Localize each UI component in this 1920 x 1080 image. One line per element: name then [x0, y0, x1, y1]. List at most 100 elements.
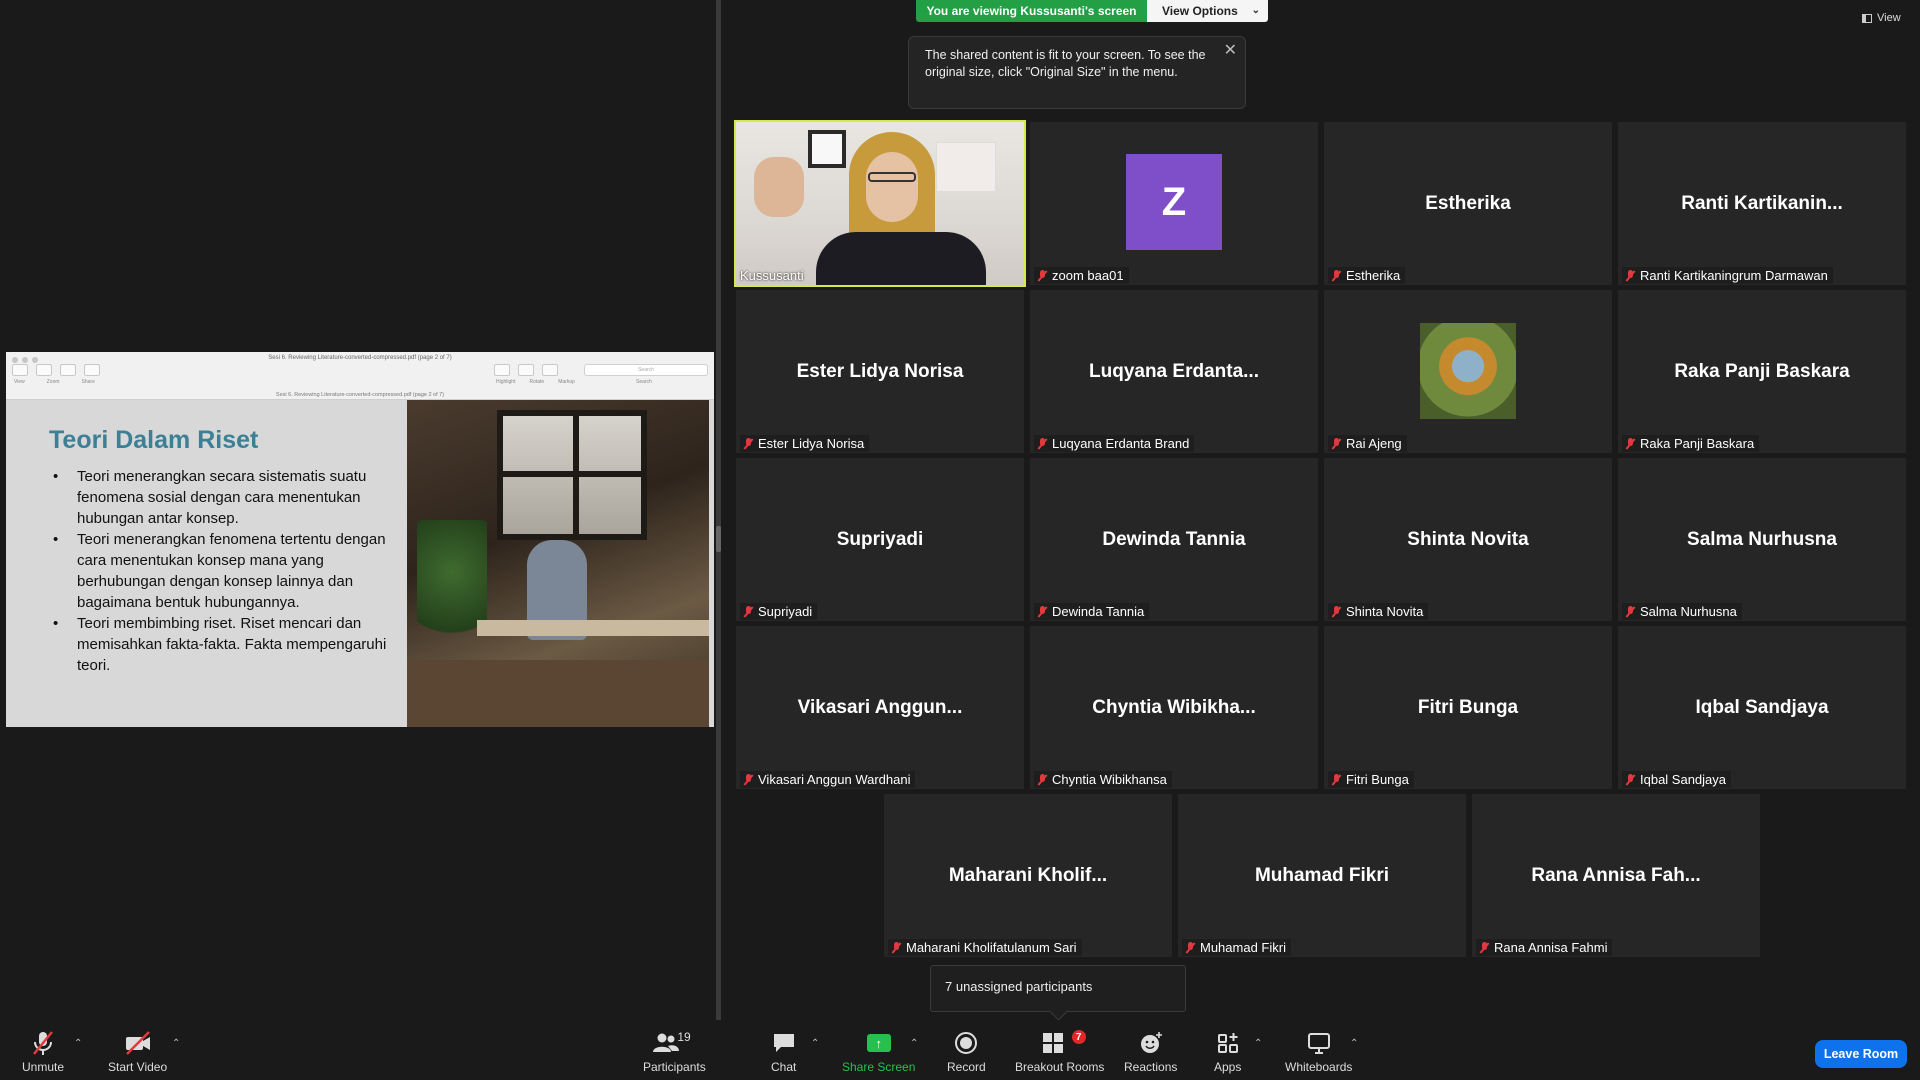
participant-tile[interactable]: Ester Lidya Norisa Ester Lidya Norisa	[736, 290, 1024, 453]
notice-text: The shared content is fit to your screen…	[925, 48, 1206, 79]
participant-tile[interactable]: Estherika Estherika	[1324, 122, 1612, 285]
view-layout-icon	[1862, 13, 1872, 23]
audio-options-caret-icon[interactable]: ⌃	[74, 1038, 82, 1049]
participant-tile[interactable]: Salma Nurhusna Salma Nurhusna	[1618, 458, 1906, 621]
share-screen-button[interactable]: ↑ Share Screen	[842, 1030, 915, 1074]
pdf-tool-group	[12, 364, 100, 376]
tool-label-highlight: Highlight	[496, 379, 516, 385]
share-options-caret-icon[interactable]: ⌃	[910, 1038, 918, 1049]
whiteboards-button[interactable]: Whiteboards	[1285, 1030, 1352, 1074]
record-button[interactable]: Record	[947, 1030, 986, 1074]
shared-screen-area: Sesi 6. Reviewing Literature-converted-c…	[0, 0, 716, 1020]
glasses	[868, 172, 916, 182]
participant-display-name: Raka Panji Baskara	[1674, 360, 1850, 382]
participant-name-label: Rai Ajeng	[1328, 435, 1407, 452]
sidebar-view-icon	[12, 364, 28, 376]
share-screen-label: Share Screen	[842, 1060, 916, 1074]
unassigned-participants-popup[interactable]: 7 unassigned participants	[930, 965, 1186, 1012]
mic-muted-icon	[1037, 605, 1047, 618]
chat-button[interactable]: Chat	[771, 1030, 796, 1074]
participant-tile[interactable]: Rai Ajeng	[1324, 290, 1612, 453]
participant-tile[interactable]: Shinta Novita Shinta Novita	[1324, 458, 1612, 621]
participant-tile[interactable]: Maharani Kholif... Maharani Kholifatulanu…	[884, 794, 1172, 957]
zoom-in-icon	[60, 364, 76, 376]
apps-label: Apps	[1214, 1060, 1242, 1074]
participant-name-label: Ranti Kartikaningrum Darmawan	[1622, 267, 1833, 284]
participants-button[interactable]: 19 Participants	[643, 1030, 706, 1074]
rotate-icon	[518, 364, 534, 376]
participant-profile-photo	[1420, 323, 1516, 419]
participant-video-feed	[736, 122, 1024, 285]
fit-to-screen-notice: The shared content is fit to your screen…	[908, 36, 1246, 109]
chat-label: Chat	[771, 1060, 797, 1074]
leave-room-button[interactable]: Leave Room	[1815, 1040, 1907, 1068]
participant-name: Supriyadi	[758, 604, 813, 619]
hand	[754, 157, 804, 217]
participant-display-name: Iqbal Sandjaya	[1695, 696, 1829, 718]
split-divider-handle[interactable]	[716, 526, 721, 552]
close-icon[interactable]: ✕	[1224, 42, 1237, 59]
participant-name-label: Fitri Bunga	[1328, 771, 1414, 788]
participant-display-name: Supriyadi	[836, 528, 924, 550]
participant-tile[interactable]: Dewinda Tannia Dewinda Tannia	[1030, 458, 1318, 621]
reactions-button[interactable]: Reactions	[1124, 1030, 1177, 1074]
share-screen-icon: ↑	[866, 1030, 891, 1056]
slide-bullet: Teori menerangkan secara sistematis suat…	[49, 466, 409, 529]
participant-tile[interactable]: Supriyadi Supriyadi	[736, 458, 1024, 621]
mic-muted-icon	[1331, 605, 1341, 618]
participant-name-label: zoom baa01	[1034, 267, 1129, 284]
slide-page: Teori Dalam Riset Teori menerangkan seca…	[6, 400, 714, 727]
participant-tile[interactable]: Rana Annisa Fah... Rana Annisa Fahmi	[1472, 794, 1760, 957]
participant-name-label: Chyntia Wibikhansa	[1034, 771, 1172, 788]
photo-floor	[407, 660, 709, 727]
mic-muted-icon	[891, 941, 901, 954]
reactions-smiley-icon	[1139, 1030, 1163, 1056]
pdf-toolbar: Sesi 6. Reviewing Literature-converted-c…	[6, 352, 714, 400]
participant-name-label: Shinta Novita	[1328, 603, 1429, 620]
chevron-down-icon: ⌄	[1251, 5, 1260, 16]
participants-label: Participants	[643, 1060, 706, 1074]
mic-muted-icon	[1625, 269, 1635, 282]
pdf-tool-labels: View Zoom Share	[14, 379, 95, 385]
tool-label-markup: Markup	[558, 379, 575, 385]
unmute-label: Unmute	[22, 1060, 65, 1074]
participant-display-name: Dewinda Tannia	[1102, 528, 1246, 550]
participant-tile[interactable]: Vikasari Anggun... Vikasari Anggun Wardha…	[736, 626, 1024, 789]
participant-tile[interactable]: Zzoom baa01	[1030, 122, 1318, 285]
participant-tile[interactable]: Kussusanti	[734, 120, 1026, 287]
share-icon	[84, 364, 100, 376]
split-divider[interactable]	[716, 0, 721, 1028]
tool-label-zoom: Zoom	[46, 379, 60, 385]
breakout-rooms-button[interactable]: 7 Breakout Rooms	[1015, 1030, 1104, 1074]
whiteboard-options-caret-icon[interactable]: ⌃	[1350, 1038, 1358, 1049]
participant-tile[interactable]: Chyntia Wibikha... Chyntia Wibikhansa	[1030, 626, 1318, 789]
mic-muted-icon	[1037, 437, 1047, 450]
participant-name: Fitri Bunga	[1346, 772, 1409, 787]
participant-display-name: Estherika	[1425, 192, 1511, 214]
participant-name-label: Kussusanti	[740, 268, 804, 283]
mic-muted-icon	[1479, 941, 1489, 954]
mic-muted-icon	[1331, 773, 1341, 786]
video-off-icon	[124, 1030, 152, 1056]
face	[866, 152, 918, 222]
participant-tile[interactable]: Iqbal Sandjaya Iqbal Sandjaya	[1618, 626, 1906, 789]
participant-name-label: Luqyana Erdanta Brand	[1034, 435, 1195, 452]
participant-tile[interactable]: Luqyana Erdanta... Luqyana Erdanta Brand	[1030, 290, 1318, 453]
start-video-button[interactable]: Start Video	[108, 1030, 167, 1074]
chat-options-caret-icon[interactable]: ⌃	[811, 1038, 819, 1049]
participant-name: Iqbal Sandjaya	[1640, 772, 1727, 787]
view-options-button[interactable]: View Options ⌄	[1147, 0, 1268, 22]
unmute-button[interactable]: Unmute	[22, 1030, 64, 1074]
participant-tile[interactable]: Muhamad Fikri Muhamad Fikri	[1178, 794, 1466, 957]
view-button[interactable]: View	[1862, 12, 1901, 24]
chat-icon	[772, 1030, 796, 1056]
participant-name-label: Ester Lidya Norisa	[740, 435, 870, 452]
video-options-caret-icon[interactable]: ⌃	[172, 1038, 180, 1049]
mic-muted-icon	[31, 1030, 55, 1056]
participant-tile[interactable]: Raka Panji Baskara Raka Panji Baskara	[1618, 290, 1906, 453]
apps-options-caret-icon[interactable]: ⌃	[1254, 1038, 1262, 1049]
participant-tile[interactable]: Fitri Bunga Fitri Bunga	[1324, 626, 1612, 789]
apps-button[interactable]: Apps	[1214, 1030, 1241, 1074]
participant-tile[interactable]: Ranti Kartikanin... Ranti Kartikaningrum …	[1618, 122, 1906, 285]
tool-label-rotate: Rotate	[529, 379, 545, 385]
